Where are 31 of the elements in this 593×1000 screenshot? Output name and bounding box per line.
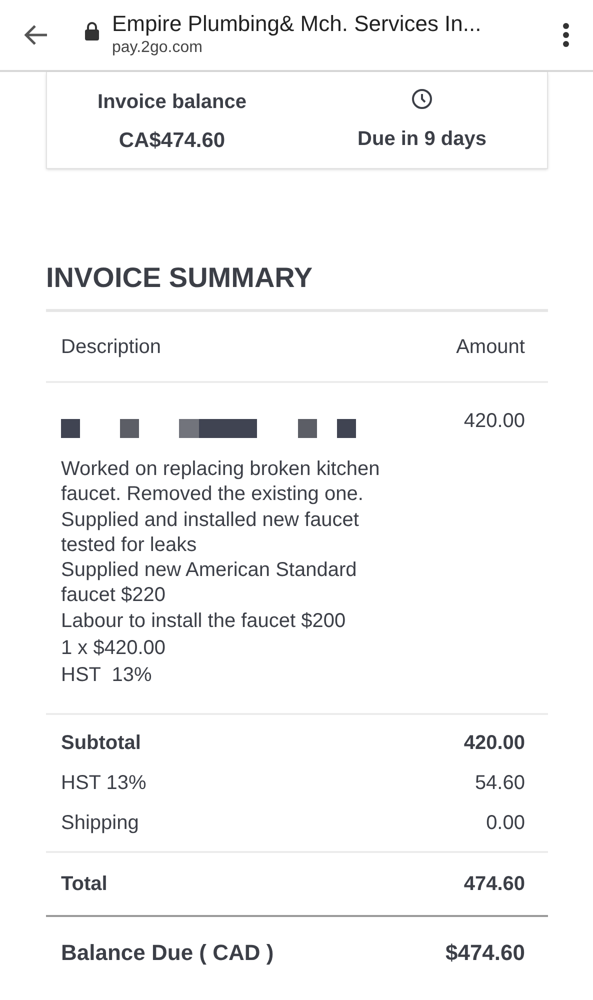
description-line: HST 13% [61, 663, 153, 688]
column-header: Description [61, 334, 162, 360]
due-text: Due in 9 days [358, 127, 486, 152]
column-header: Amount [456, 334, 525, 360]
description-line: Supplied new American Standard [61, 558, 358, 584]
description-line: Labour to install the faucet $200 [61, 608, 347, 634]
description-line: faucet $220 [61, 583, 167, 608]
description-line: Worked on replacing broken kitchen [61, 457, 380, 482]
totals-value: 54.60 [474, 770, 525, 795]
description-line: 1 x $420.00 [61, 636, 167, 662]
balance-amount: CA$474.60 [118, 128, 226, 154]
totals-label: HST 13% [61, 770, 146, 795]
balance-due-label: Balance Due ( CAD ) [61, 939, 274, 968]
total-label: Total [61, 872, 108, 897]
page-title: Empire Plumbing& Mch. Services In... [112, 11, 482, 37]
balance-label: Invoice balance [98, 90, 246, 114]
section-heading: INVOICE SUMMARY [46, 261, 314, 295]
total-value: 474.60 [464, 872, 525, 897]
balance-due-value: $474.60 [445, 939, 525, 968]
totals-value: 420.00 [464, 730, 525, 755]
item-amount: 420.00 [464, 409, 525, 434]
totals-label: Shipping [61, 810, 139, 835]
menu-button[interactable] [561, 21, 571, 49]
description-line: faucet. Removed the existing one. [61, 482, 364, 508]
clock-icon [411, 88, 433, 110]
description-line: Supplied and installed new faucet [61, 508, 360, 533]
page-url: pay.2go.com [112, 38, 204, 58]
totals-label: Subtotal [61, 730, 141, 755]
lock-icon [84, 21, 100, 41]
description-line: tested for leaks [61, 532, 198, 558]
totals-value: 0.00 [486, 810, 525, 835]
